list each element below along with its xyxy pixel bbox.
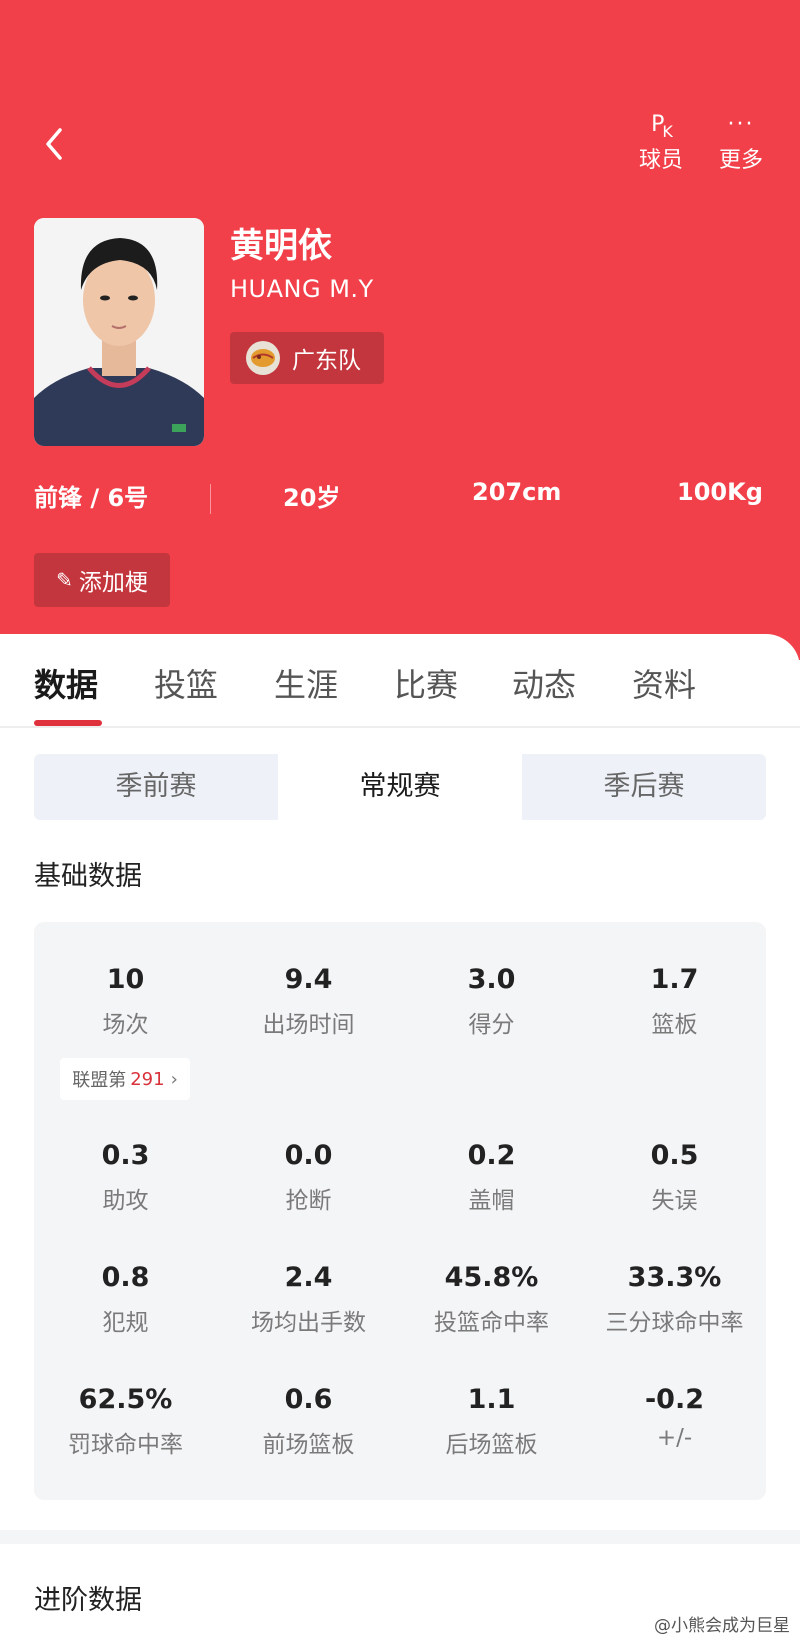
stat-value: 1.1 <box>467 1384 516 1415</box>
stat-cell: 0.6 前场篮板 <box>217 1384 400 1459</box>
team-logo-icon <box>246 341 280 375</box>
profile-header: PK 球员 ··· 更多 黄明依 HUANG M.Y 广东队 前锋 / 6号 2… <box>0 0 800 660</box>
add-tag-label: 添加梗 <box>78 570 148 596</box>
basic-stats-grid: 10 场次 9.4 出场时间 3.0 得分 1.7 篮板 联盟第 291 › 0… <box>34 922 766 1500</box>
content-panel: 数据 投篮 生涯 比赛 动态 资料 季前赛 常规赛 季后赛 基础数据 10 场次… <box>0 634 800 1650</box>
stat-label: +/- <box>656 1425 693 1451</box>
pk-icon: PK <box>651 112 673 141</box>
stat-value: 2.4 <box>284 1262 333 1293</box>
pk-label: 球员 <box>638 148 683 173</box>
player-age: 20岁 <box>283 484 341 512</box>
stat-label: 盖帽 <box>468 1188 515 1214</box>
stat-value: 0.5 <box>650 1140 699 1171</box>
watermark: @小熊会成为巨星 <box>654 1616 790 1636</box>
stat-cell: 3.0 得分 <box>400 964 583 1039</box>
stat-label: 罚球命中率 <box>68 1432 183 1458</box>
stat-value: 0.8 <box>101 1262 150 1293</box>
rank-number: 291 <box>130 1068 165 1090</box>
stat-value: 3.0 <box>467 964 516 995</box>
stat-cell: 1.1 后场篮板 <box>400 1384 583 1459</box>
pk-player-button[interactable]: PK 球员 <box>626 108 696 174</box>
stat-label: 场均出手数 <box>251 1310 366 1336</box>
stat-cell: 0.8 犯规 <box>34 1262 217 1337</box>
active-tab-indicator <box>34 720 102 726</box>
stat-label: 后场篮板 <box>445 1432 538 1458</box>
info-divider <box>210 484 211 514</box>
season-regular[interactable]: 常规赛 <box>278 754 522 820</box>
team-badge[interactable]: 广东队 <box>230 332 384 384</box>
season-preseason[interactable]: 季前赛 <box>34 754 278 820</box>
stat-label: 犯规 <box>102 1310 149 1336</box>
stat-cell: 0.2 盖帽 <box>400 1140 583 1215</box>
stat-label: 篮板 <box>651 1012 698 1038</box>
stat-label: 得分 <box>468 1012 515 1038</box>
season-playoffs[interactable]: 季后赛 <box>522 754 766 820</box>
stat-cell: 10 场次 <box>34 964 217 1039</box>
league-rank-badge[interactable]: 联盟第 291 › <box>60 1058 190 1100</box>
season-type-selector: 季前赛 常规赛 季后赛 <box>34 754 766 820</box>
add-tag-button[interactable]: ✎ 添加梗 <box>34 553 170 607</box>
stat-value: 0.2 <box>467 1140 516 1171</box>
stat-value: 45.8% <box>444 1262 539 1293</box>
stat-value: 0.3 <box>101 1140 150 1171</box>
player-position: 前锋 / 6号 <box>34 484 149 512</box>
stat-label: 前场篮板 <box>262 1432 355 1458</box>
stat-value: -0.2 <box>644 1384 705 1415</box>
stat-label: 三分球命中率 <box>605 1310 744 1336</box>
stat-value: 10 <box>106 964 145 995</box>
more-dots-icon: ··· <box>727 112 755 137</box>
stat-cell: 1.7 篮板 <box>583 964 766 1039</box>
stat-cell: 62.5% 罚球命中率 <box>34 1384 217 1459</box>
stat-label: 抢断 <box>285 1188 332 1214</box>
advanced-stats-title: 进阶数据 <box>34 1585 142 1616</box>
tab-profile[interactable]: 资料 <box>632 660 696 706</box>
player-info-row: 前锋 / 6号 20岁 207cm 100Kg <box>0 478 800 518</box>
stat-label: 失误 <box>651 1188 698 1214</box>
player-photo <box>34 218 204 446</box>
stat-label: 场次 <box>102 1012 149 1038</box>
stat-value: 0.6 <box>284 1384 333 1415</box>
section-separator <box>0 1530 800 1544</box>
stat-value: 1.7 <box>650 964 699 995</box>
stat-cell: 0.5 失误 <box>583 1140 766 1215</box>
player-name-en: HUANG M.Y <box>230 275 374 303</box>
more-label: 更多 <box>718 148 763 173</box>
stat-cell: 45.8% 投篮命中率 <box>400 1262 583 1337</box>
pencil-icon: ✎ <box>56 568 73 592</box>
more-button[interactable]: ··· 更多 <box>706 108 776 174</box>
stat-cell: -0.2 +/- <box>583 1384 766 1451</box>
stat-cell: 0.0 抢断 <box>217 1140 400 1215</box>
tab-career[interactable]: 生涯 <box>274 660 338 706</box>
player-height: 207cm <box>472 478 562 506</box>
team-name: 广东队 <box>292 348 361 374</box>
chevron-right-icon: › <box>170 1068 178 1090</box>
stat-cell: 2.4 场均出手数 <box>217 1262 400 1337</box>
stat-cell: 0.3 助攻 <box>34 1140 217 1215</box>
stat-value: 33.3% <box>627 1262 722 1293</box>
stat-label: 助攻 <box>102 1188 149 1214</box>
stat-cell: 33.3% 三分球命中率 <box>583 1262 766 1337</box>
tab-games[interactable]: 比赛 <box>394 660 458 706</box>
tab-stats[interactable]: 数据 <box>34 660 98 706</box>
stat-label: 投篮命中率 <box>434 1310 549 1336</box>
stat-value: 0.0 <box>284 1140 333 1171</box>
stat-cell: 9.4 出场时间 <box>217 964 400 1039</box>
rank-prefix: 联盟第 <box>72 1070 127 1091</box>
stat-value: 62.5% <box>78 1384 173 1415</box>
tab-bar: 数据 投篮 生涯 比赛 动态 资料 <box>0 634 800 728</box>
player-name-cn: 黄明依 <box>230 226 332 266</box>
player-weight: 100Kg <box>677 478 763 506</box>
stat-label: 出场时间 <box>262 1012 355 1038</box>
basic-stats-title: 基础数据 <box>34 861 142 892</box>
tab-feed[interactable]: 动态 <box>512 660 576 706</box>
back-arrow-icon[interactable] <box>36 118 76 168</box>
tab-shooting[interactable]: 投篮 <box>154 660 218 706</box>
stat-value: 9.4 <box>284 964 333 995</box>
